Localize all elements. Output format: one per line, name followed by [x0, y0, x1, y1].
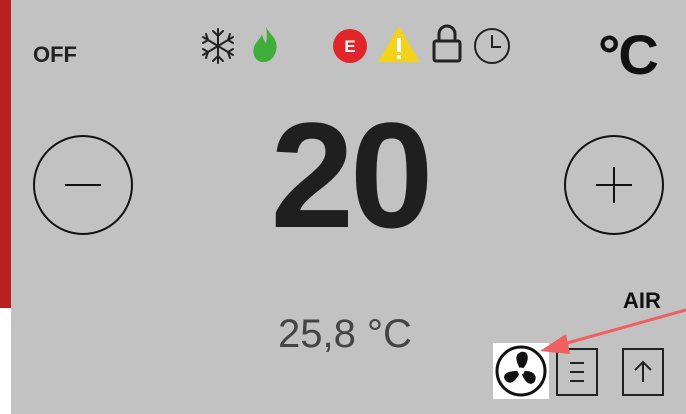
snowflake-icon: [202, 28, 234, 64]
plus-icon: [596, 167, 632, 203]
power-state: OFF: [33, 42, 77, 67]
increase-temperature-button[interactable]: [564, 135, 664, 235]
setpoint-temperature: 20: [270, 91, 434, 259]
menu-icon: [570, 362, 584, 382]
fan-icon: [495, 345, 547, 397]
menu-button[interactable]: [556, 348, 598, 396]
minus-icon: [65, 184, 101, 186]
up-button[interactable]: [622, 348, 664, 396]
mode-label: AIR: [623, 288, 661, 313]
flame-icon: [253, 27, 277, 63]
warning-icon: [378, 26, 420, 62]
fan-button[interactable]: [493, 343, 549, 399]
clock-icon: [474, 28, 510, 64]
room-temperature: 25,8 °C: [278, 312, 412, 356]
decrease-temperature-button[interactable]: [33, 135, 133, 235]
temperature-unit: °C: [598, 23, 659, 86]
lock-icon: [432, 24, 462, 63]
up-arrow-icon: [634, 360, 652, 382]
error-badge-letter: E: [344, 37, 355, 56]
error-icon: E: [333, 29, 367, 63]
